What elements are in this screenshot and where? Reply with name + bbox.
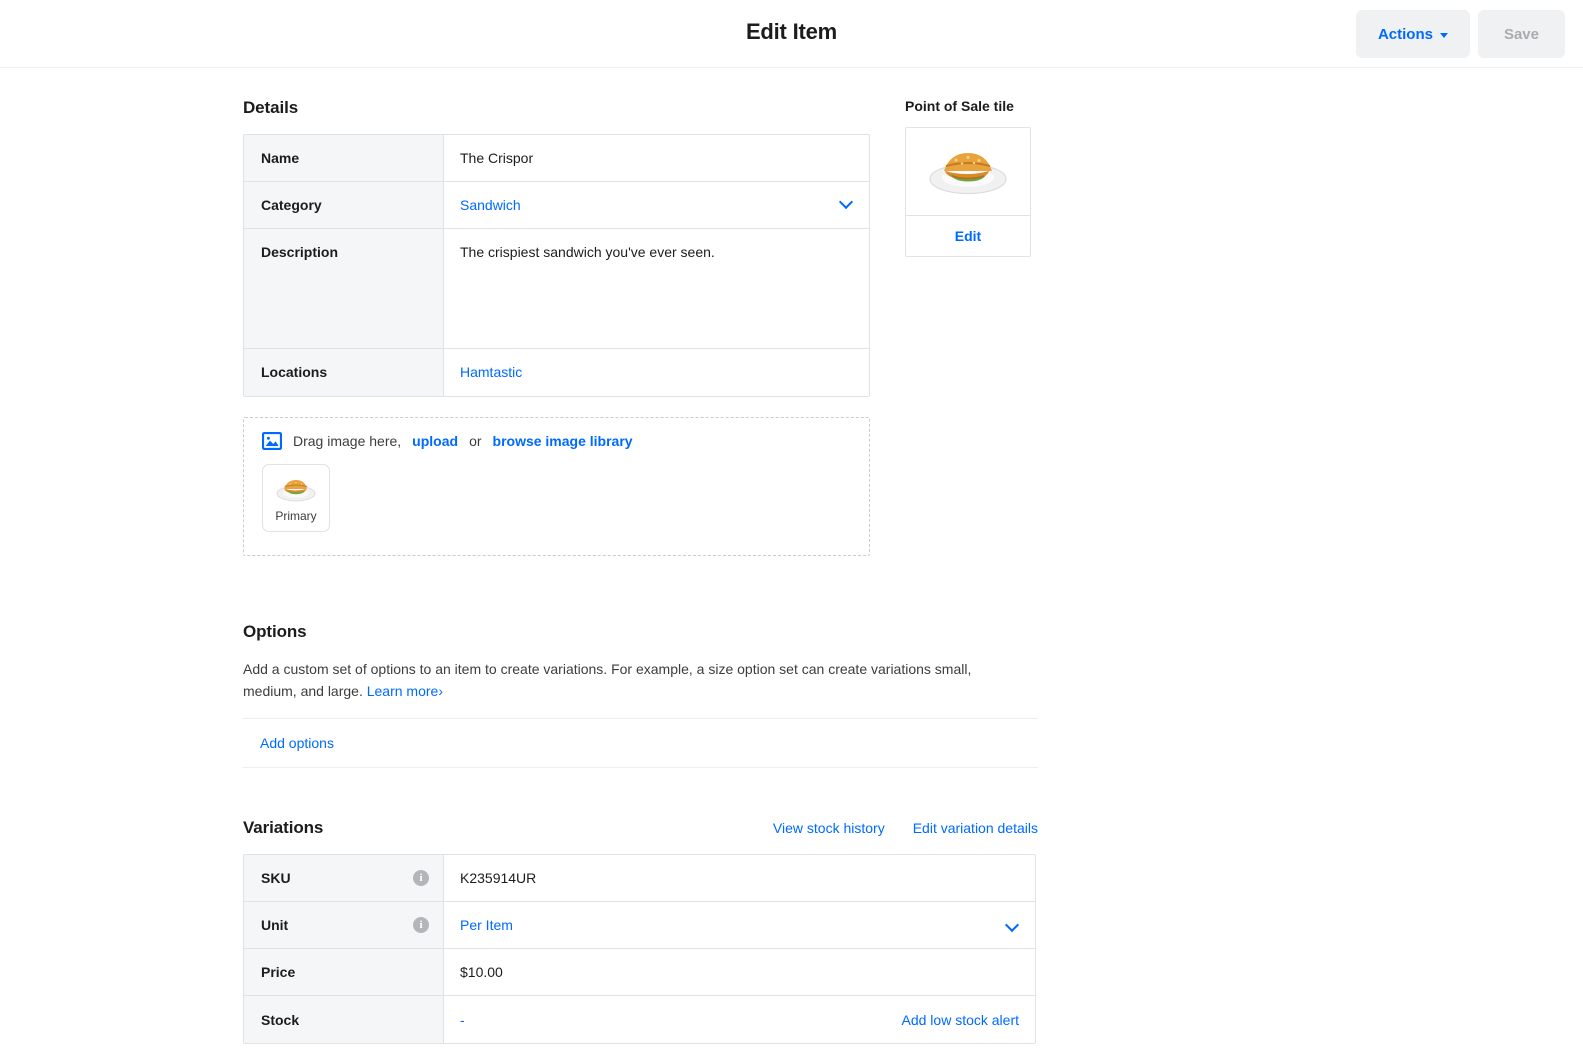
variations-value-price[interactable]: $10.00 — [444, 949, 1035, 995]
point-of-sale-tile-section: Point of Sale tile — [905, 98, 1045, 257]
variations-label-price: Price — [244, 949, 444, 995]
pos-tile-edit-button[interactable]: Edit — [906, 216, 1030, 256]
add-low-stock-alert-link[interactable]: Add low stock alert — [902, 1012, 1020, 1028]
app-header: Edit Item Actions Save — [0, 0, 1583, 68]
pos-tile-image — [906, 128, 1030, 216]
price-field-value: $10.00 — [460, 964, 503, 980]
details-label-name: Name — [244, 135, 444, 181]
variations-table: SKU i K235914UR Unit i Per Item — [243, 854, 1036, 1044]
details-section-title: Details — [243, 98, 1343, 118]
add-options-row: Add options — [243, 719, 1038, 767]
variations-value-stock[interactable]: - Add low stock alert — [444, 996, 1035, 1043]
chevron-down-icon[interactable] — [1007, 919, 1019, 931]
details-label-locations: Locations — [244, 349, 444, 396]
browse-image-library-link[interactable]: browse image library — [493, 433, 633, 449]
add-options-link[interactable]: Add options — [260, 735, 334, 751]
details-row-locations: Locations Hamtastic — [244, 349, 869, 396]
details-table: Name The Crispor Category Sandwich Descr… — [243, 134, 870, 397]
image-icon — [262, 432, 282, 450]
page-body: Details Name The Crispor Category Sandwi… — [0, 68, 1583, 1052]
name-field-value: The Crispor — [460, 149, 533, 168]
image-dropzone[interactable]: Drag image here, upload or browse image … — [243, 417, 870, 556]
options-section: Options Add a custom set of options to a… — [243, 622, 1038, 768]
details-value-name[interactable]: The Crispor — [444, 135, 869, 181]
sandwich-image — [922, 140, 1014, 203]
stock-field-value[interactable]: - — [460, 1012, 465, 1028]
variations-row-sku: SKU i K235914UR — [244, 855, 1035, 902]
details-value-description[interactable]: The crispiest sandwich you've ever seen. — [444, 229, 869, 348]
options-divider-bottom — [243, 767, 1038, 768]
unit-select-value[interactable]: Per Item — [460, 917, 513, 933]
dropzone-instructions: Drag image here, upload or browse image … — [262, 432, 851, 450]
options-description-text: Add a custom set of options to an item t… — [243, 661, 971, 699]
page-title: Edit Item — [0, 19, 1583, 45]
details-label-category: Category — [244, 182, 444, 228]
chevron-down-icon[interactable] — [841, 196, 853, 208]
chevron-right-icon: › — [438, 683, 443, 699]
dropzone-or-text: or — [469, 433, 481, 449]
view-stock-history-link[interactable]: View stock history — [773, 820, 885, 836]
info-icon[interactable]: i — [413, 870, 429, 886]
actions-button-label: Actions — [1378, 26, 1433, 43]
chevron-down-icon — [1440, 33, 1448, 38]
variations-section-title: Variations — [243, 818, 323, 838]
main-column: Details Name The Crispor Category Sandwi… — [243, 98, 1343, 1044]
details-row-category: Category Sandwich — [244, 182, 869, 229]
variations-label-stock: Stock — [244, 996, 444, 1043]
learn-more-link[interactable]: Learn more› — [367, 683, 443, 699]
variations-row-price: Price $10.00 — [244, 949, 1035, 996]
description-field-value: The crispiest sandwich you've ever seen. — [460, 243, 715, 262]
variations-value-unit[interactable]: Per Item — [444, 902, 1035, 948]
options-description: Add a custom set of options to an item t… — [243, 658, 1003, 702]
variations-label-sku: SKU i — [244, 855, 444, 901]
variations-row-unit: Unit i Per Item — [244, 902, 1035, 949]
details-row-name: Name The Crispor — [244, 135, 869, 182]
variations-links: View stock history Edit variation detail… — [773, 820, 1038, 836]
options-section-title: Options — [243, 622, 1038, 642]
upload-link[interactable]: upload — [412, 433, 458, 449]
category-select-value[interactable]: Sandwich — [460, 196, 521, 215]
primary-image-label: Primary — [275, 509, 316, 523]
details-row-description: Description The crispiest sandwich you'v… — [244, 229, 869, 349]
info-icon[interactable]: i — [413, 917, 429, 933]
actions-button[interactable]: Actions — [1356, 10, 1470, 58]
save-button[interactable]: Save — [1478, 10, 1565, 58]
sku-field-value: K235914UR — [460, 870, 536, 886]
variations-header: Variations View stock history Edit varia… — [243, 818, 1038, 838]
variations-row-stock: Stock - Add low stock alert — [244, 996, 1035, 1043]
pos-tile-title: Point of Sale tile — [905, 98, 1045, 114]
sandwich-image — [273, 473, 319, 508]
details-value-category[interactable]: Sandwich — [444, 182, 869, 228]
edit-variation-details-link[interactable]: Edit variation details — [913, 820, 1038, 836]
variations-label-unit: Unit i — [244, 902, 444, 948]
variations-section: Variations View stock history Edit varia… — [243, 818, 1038, 1044]
locations-link[interactable]: Hamtastic — [460, 363, 522, 382]
details-label-description: Description — [244, 229, 444, 348]
dropzone-prefix-text: Drag image here, — [293, 433, 401, 449]
pos-tile-card: Edit — [905, 127, 1031, 257]
variations-value-sku[interactable]: K235914UR — [444, 855, 1035, 901]
learn-more-label: Learn more — [367, 683, 439, 699]
primary-image-thumbnail[interactable]: Primary — [262, 464, 330, 532]
header-actions: Actions Save — [1356, 10, 1565, 58]
details-value-locations[interactable]: Hamtastic — [444, 349, 869, 396]
